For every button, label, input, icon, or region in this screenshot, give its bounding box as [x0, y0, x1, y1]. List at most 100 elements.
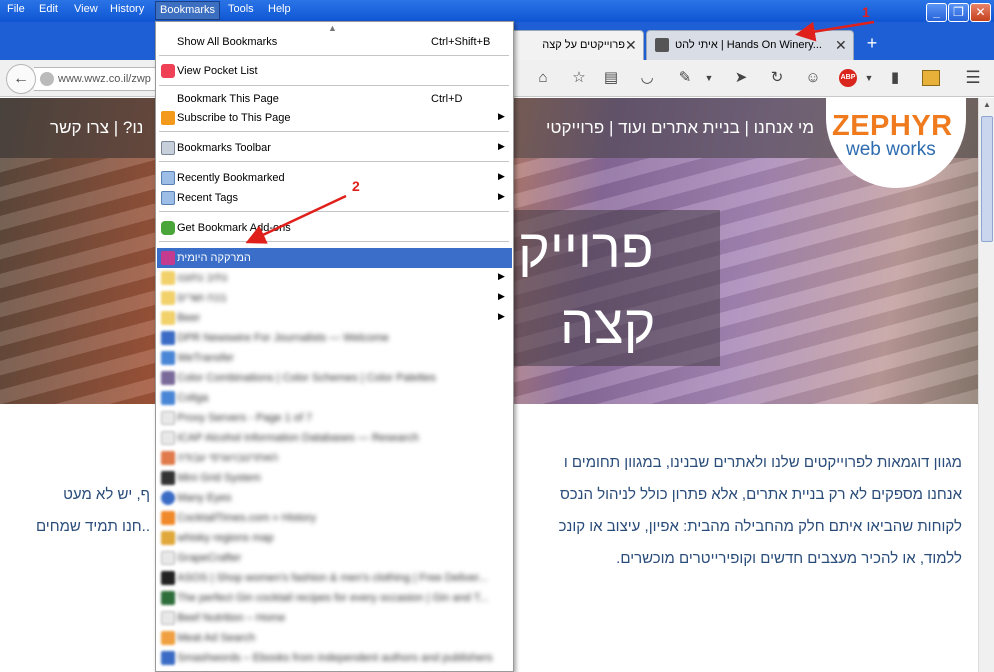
bookmark-item[interactable]: CocktailTimes.com » History: [157, 508, 512, 528]
bookmark-favicon-icon: [161, 611, 175, 625]
bookmark-item[interactable]: Beef Nutrition – Home: [157, 608, 512, 628]
menu-bookmark-this-page[interactable]: Bookmark This Page Ctrl+D: [157, 89, 512, 109]
bookmark-favicon-icon: [161, 391, 175, 405]
site-nav-links-left[interactable]: נו? | צרו קשר: [50, 118, 143, 138]
tab-title: איתי להט | Hands On Winery...: [675, 39, 822, 51]
close-window-button[interactable]: ✕: [970, 3, 991, 22]
submenu-arrow-icon: ▶: [498, 171, 505, 181]
bookmark-item[interactable]: Many Eyes: [157, 488, 512, 508]
menu-separator: [159, 161, 509, 162]
url-bar[interactable]: www.wwz.co.il/zwp: [34, 67, 158, 91]
pin-icon[interactable]: ▮: [882, 66, 908, 92]
menu-bookmarks[interactable]: Bookmarks: [155, 1, 221, 20]
bookmark-item[interactable]: Smashwords – Ebooks from independent aut…: [157, 648, 512, 668]
folder-icon: [161, 191, 175, 205]
bookmark-item[interactable]: DPR Newswire For Journalists — Welcome: [157, 328, 512, 348]
menu-item-label: האתרטבויוגרפי עבודה: [177, 452, 279, 464]
menu-history[interactable]: History: [110, 3, 144, 15]
menu-recent-tags[interactable]: Recent Tags ▶: [157, 188, 512, 208]
bookmark-favicon-icon: [161, 631, 175, 645]
reading-list-icon[interactable]: ▤: [598, 66, 624, 92]
vertical-scrollbar[interactable]: ▲: [978, 98, 994, 672]
menu-subscribe[interactable]: Subscribe to This Page ▶: [157, 108, 512, 128]
menu-item-shortcut: Ctrl+Shift+B: [431, 36, 491, 48]
bookmark-folder[interactable]: בכה ושרים ▶: [157, 288, 512, 308]
bookmark-item[interactable]: The perfect Gin cocktail recipes for eve…: [157, 588, 512, 608]
menu-get-bookmark-addons[interactable]: Get Bookmark Add-ons: [157, 218, 512, 238]
puzzle-icon: [161, 221, 175, 235]
menu-item-label: Meat Ad Search: [177, 632, 256, 644]
eyedropper-icon[interactable]: ✎: [672, 66, 698, 92]
bookmark-favicon-icon: [161, 531, 175, 545]
bookmark-item[interactable]: Mini Grid System: [157, 468, 512, 488]
bookmark-item[interactable]: האתרטבויוגרפי עבודה: [157, 448, 512, 468]
bookmark-item[interactable]: Meat Ad Search: [157, 628, 512, 648]
menu-item-label: Recent Tags: [177, 192, 238, 204]
bookmark-item[interactable]: whisky regions map: [157, 528, 512, 548]
menu-bookmarks-toolbar[interactable]: Bookmarks Toolbar ▶: [157, 138, 512, 158]
submenu-arrow-icon: ▶: [498, 111, 505, 121]
tab-close-icon[interactable]: ✕: [835, 37, 847, 54]
menu-edit[interactable]: Edit: [39, 3, 58, 15]
back-button[interactable]: ←: [6, 64, 36, 94]
new-tab-button[interactable]: +: [860, 33, 884, 55]
menu-item-label: Bookmarks Toolbar: [177, 142, 271, 154]
tab-winery[interactable]: איתי להט | Hands On Winery... ✕: [646, 30, 854, 60]
chevron-down-icon[interactable]: ▼: [696, 66, 722, 92]
menu-item-label: Get Bookmark Add-ons: [177, 222, 291, 234]
bookmark-folder[interactable]: Beer ▶: [157, 308, 512, 328]
menu-item-label: CocktailTimes.com » History: [177, 512, 316, 524]
hamburger-menu-icon[interactable]: ☰: [960, 66, 986, 92]
bookmark-item[interactable]: WeTransfer: [157, 348, 512, 368]
annotation-label-1: 1: [862, 4, 870, 20]
menu-item-label: Subscribe to This Page: [177, 112, 291, 124]
body-text-line: ..חנו תמיד שמחים: [35, 518, 150, 535]
bookmark-star-icon[interactable]: ☆: [566, 66, 592, 92]
bookmark-item[interactable]: Proxy Servers - Page 1 of 7: [157, 408, 512, 428]
menu-view-pocket-list[interactable]: View Pocket List: [157, 61, 512, 81]
send-icon[interactable]: ➤: [728, 66, 754, 92]
chevron-down-icon[interactable]: ▼: [856, 66, 882, 92]
menu-tools[interactable]: Tools: [228, 3, 254, 15]
body-text-line: ללמוד, או להכיר מעצבים חדשים וקופירייטרי…: [616, 550, 962, 567]
minimize-button[interactable]: _: [926, 3, 947, 22]
bookmark-favicon-icon: [161, 511, 175, 525]
bookmark-item[interactable]: ASOS | Shop women's fashion & men's clot…: [157, 568, 512, 588]
bookmark-favicon-icon: [161, 451, 175, 465]
menu-item-label: Bookmark This Page: [177, 93, 279, 105]
tab-close-icon[interactable]: ✕: [625, 37, 637, 54]
maximize-button[interactable]: ❐: [948, 3, 969, 22]
scroll-thumb[interactable]: [981, 116, 993, 242]
history-icon[interactable]: ↻: [764, 66, 790, 92]
title-bar: File Edit View History Bookmarks Tools H…: [0, 0, 994, 22]
submenu-arrow-icon: ▶: [498, 191, 505, 201]
menu-separator: [159, 241, 509, 242]
smiley-icon[interactable]: ☺: [800, 66, 826, 92]
menu-show-all-bookmarks[interactable]: Show All Bookmarks Ctrl+Shift+B: [157, 32, 512, 52]
tab-title: פרוייקטים על קצה: [542, 39, 625, 51]
menu-recently-bookmarked[interactable]: Recently Bookmarked ▶: [157, 168, 512, 188]
menu-item-label: whisky regions map: [177, 532, 274, 544]
bookmark-item[interactable]: Coliga: [157, 388, 512, 408]
bookmark-folder[interactable]: נתיב נתוננו ▶: [157, 268, 512, 288]
bookmark-item[interactable]: Color Combinations | Color Schemes | Col…: [157, 368, 512, 388]
menu-view[interactable]: View: [74, 3, 98, 15]
site-nav-links[interactable]: מי אנחנו | בניית אתרים ועוד | פרוייקטי: [514, 118, 814, 138]
home-icon[interactable]: ⌂: [530, 66, 556, 92]
menu-file[interactable]: File: [7, 3, 25, 15]
pocket-icon[interactable]: ◡: [634, 66, 660, 92]
menu-help[interactable]: Help: [268, 3, 291, 15]
menu-item-label: Color Combinations | Color Schemes | Col…: [177, 372, 436, 384]
menu-bookmark-highlighted[interactable]: המרקקה היומית: [157, 248, 512, 268]
bookmark-favicon-icon: [161, 251, 175, 265]
submenu-arrow-icon: ▶: [498, 311, 505, 321]
extension-icon[interactable]: [922, 70, 940, 86]
bookmark-item[interactable]: GrapeCrafter: [157, 548, 512, 568]
bookmark-favicon-icon: [161, 331, 175, 345]
bookmark-item[interactable]: ICAP Alcohol Information Databases — Res…: [157, 428, 512, 448]
menu-item-label: Beef Nutrition – Home: [177, 612, 286, 624]
bookmark-favicon-icon: [161, 431, 175, 445]
adblock-icon[interactable]: ABP: [839, 69, 857, 87]
scroll-up-icon[interactable]: ▲: [981, 100, 993, 112]
submenu-arrow-icon: ▶: [498, 291, 505, 301]
